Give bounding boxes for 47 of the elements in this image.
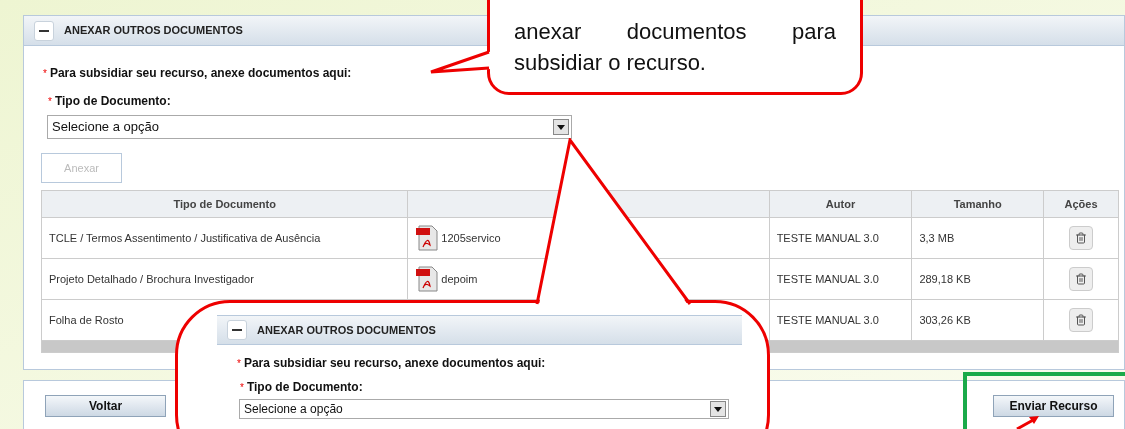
required-mark: * [237,357,241,371]
table-cell-text: TESTE MANUAL 3.0 [776,271,879,287]
panel-title: ANEXAR OUTROS DOCUMENTOS [257,322,436,338]
column-header: Tipo de Documento [173,196,276,212]
table-cell-text: 3,3 MB [919,230,955,246]
caret-icon [714,406,722,412]
pdf-file-icon [415,225,440,251]
table-cell-text: TCLE / Termos Assentimento / Justificativa de Ausência [49,230,321,246]
table-cell-text: Folha de Rosto [49,312,124,328]
field-label: Tipo de Documento: [54,93,171,110]
column-header: Ações [1064,196,1098,212]
trash-icon [1075,273,1088,285]
submit-button[interactable]: Enviar Recurso [993,395,1114,417]
back-button[interactable]: Voltar [45,395,166,417]
delete-button[interactable] [1069,267,1094,291]
table-cell-text: 303,26 KB [919,312,971,328]
file-link[interactable]: depoim [441,270,478,288]
caret-icon [557,124,565,130]
delete-button[interactable] [1069,226,1094,250]
collapse-button[interactable] [227,320,247,340]
dropdown-button[interactable] [553,119,569,135]
table-cell-text: Projeto Detalhado / Brochura Investigador [49,271,254,287]
collapse-button[interactable] [34,20,54,41]
pointer-arrow [1015,414,1041,429]
field-label: Tipo de Documento: [246,379,363,396]
trash-icon [1075,232,1088,244]
table-cell-text: TESTE MANUAL 3.0 [776,312,879,328]
table-cell-text: 289,18 KB [919,271,971,287]
file-link[interactable]: 1205servico [441,229,501,247]
document-type-select[interactable]: Selecione a opção [47,115,572,139]
trash-icon [1075,314,1088,326]
delete-button[interactable] [1069,308,1094,332]
callout-text: anexar documentos para subsidiar o recurso. [514,18,836,77]
required-mark: * [48,95,52,109]
table-cell-text: TESTE MANUAL 3.0 [776,230,879,246]
intro-text: Para subsidiar seu recurso, anexe documentos aqui: [49,65,352,82]
document-type-select[interactable]: Selecione a opção [239,399,729,419]
dropdown-button[interactable] [710,401,726,417]
column-header: Tamanho [953,196,1002,212]
panel-title: ANEXAR OUTROS DOCUMENTOS [64,23,243,39]
column-header: Autor [825,196,856,212]
minus-icon [232,329,242,331]
pdf-file-icon [415,266,440,292]
minus-icon [39,29,49,32]
required-mark: * [43,67,47,81]
intro-text: Para subsidiar seu recurso, anexe documentos aqui: [243,355,546,372]
required-mark: * [240,381,244,395]
